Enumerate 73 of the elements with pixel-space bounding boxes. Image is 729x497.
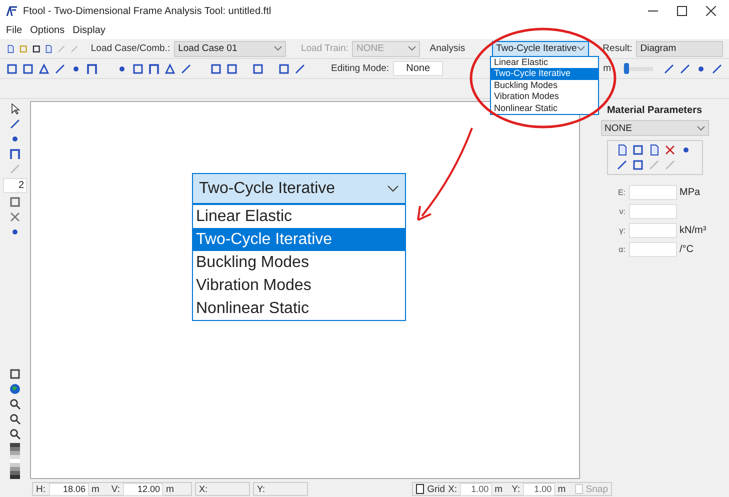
option-item: Nonlinear Static [195, 299, 310, 319]
unit-label: /°C [680, 244, 694, 255]
option-item: Buckling Modes [195, 253, 310, 273]
load-case-label: Load Case/Comb.: [90, 43, 170, 54]
parameter-label: E: [616, 188, 626, 197]
grid-x-label: X: [448, 484, 458, 494]
unit-label: m [558, 484, 566, 494]
unit-label: m [92, 484, 100, 494]
grid-label: Grid [427, 484, 446, 494]
window-title: Ftool - Two-Dimensional Frame Analysis Tool: untitled.ftl [23, 6, 272, 16]
caret-icon [274, 46, 282, 51]
delete-material-icon[interactable] [664, 144, 676, 156]
vertical-field[interactable]: 12.00 [123, 482, 164, 496]
material-dropdown[interactable]: NONE [600, 120, 708, 136]
option-item: Two-Cycle Iterative [193, 228, 405, 251]
app-logo-icon [6, 6, 18, 16]
option-item: Vibration Modes [195, 276, 312, 296]
option-item: Linear Elastic [195, 207, 294, 227]
menu-item[interactable]: Display [72, 25, 106, 36]
parameter-label: α: [618, 245, 626, 254]
parameter-field[interactable] [628, 185, 676, 200]
grid-checkbox[interactable] [416, 484, 424, 494]
grid-y-field[interactable]: 1.00 [523, 482, 555, 496]
caret-icon [576, 46, 585, 51]
member-icon[interactable] [9, 118, 21, 130]
enlarged-dropdown: Two-Cycle Iterative [192, 173, 406, 204]
delete-icon[interactable] [9, 211, 21, 223]
snap-label: Snap [586, 484, 608, 494]
option-item[interactable]: Buckling Modes [491, 80, 598, 92]
caret-icon [696, 126, 704, 130]
grid-y-label: Y: [512, 484, 520, 494]
load-case-dropdown[interactable]: Load Case 01 [174, 40, 286, 56]
menu-item[interactable]: File [6, 25, 22, 36]
menu-item[interactable]: Options [30, 25, 65, 36]
parameter-field[interactable] [628, 242, 676, 257]
editing-mode-field[interactable]: None [393, 61, 444, 76]
maximize-icon [677, 6, 687, 16]
caret-icon [408, 46, 416, 51]
result-label: Result: [602, 43, 632, 54]
vertical-label: V: [111, 484, 120, 494]
globe-icon[interactable] [9, 383, 21, 395]
option-item[interactable]: Two-Cycle Iterative [491, 68, 598, 80]
parameter-field[interactable] [628, 204, 676, 219]
x-coordinate: X: [195, 482, 250, 496]
load-train-label: Load Train: [300, 43, 348, 54]
close-icon [706, 6, 716, 16]
unit-label: kN/m³ [680, 225, 706, 236]
option-item[interactable]: Linear Elastic [491, 57, 598, 68]
unit-label: MPa [680, 187, 700, 198]
result-dropdown[interactable]: Diagram [636, 40, 723, 56]
parameter-label: γ: [618, 226, 626, 235]
slider-thumb[interactable] [624, 62, 629, 74]
analysis-dropdown[interactable]: Two-Cycle Iterative [492, 40, 589, 56]
unit-label: m [603, 63, 611, 74]
division-field[interactable]: 2 [3, 178, 27, 193]
zoom-icon[interactable] [9, 398, 21, 410]
new-material-icon[interactable] [616, 144, 628, 156]
grid-x-field[interactable]: 1.00 [460, 482, 492, 496]
option-item[interactable]: Vibration Modes [491, 91, 598, 103]
panel-title: Material Parameters [606, 105, 702, 116]
select-cursor-icon[interactable] [9, 103, 21, 115]
height-label: H: [36, 484, 46, 494]
caret-icon [387, 185, 399, 192]
new-file-icon[interactable] [6, 42, 15, 54]
y-coordinate: Y: [253, 482, 308, 496]
parameter-field[interactable] [628, 223, 676, 238]
analysis-label: Analysis [430, 43, 466, 54]
gradient-scale-icon [10, 443, 20, 479]
editing-mode-label: Editing Mode: [330, 63, 390, 74]
parameter-label: ν: [618, 207, 626, 216]
unit-label: m [494, 484, 503, 494]
unit-label: m [166, 484, 174, 494]
height-field[interactable]: 18.06 [48, 482, 88, 496]
